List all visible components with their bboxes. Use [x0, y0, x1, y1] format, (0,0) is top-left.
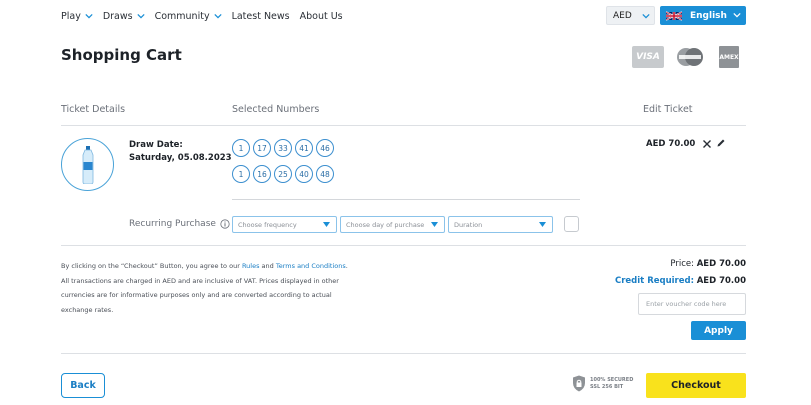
number-ball: 46: [316, 139, 334, 157]
uk-flag-icon: [666, 10, 682, 21]
language-value: English: [690, 10, 727, 21]
col-ticket-details: Ticket Details: [61, 104, 126, 115]
number-ball: 1: [232, 139, 250, 157]
number-ball: 48: [316, 165, 334, 183]
draw-date: Draw Date: Saturday, 05.08.2023: [129, 139, 232, 165]
nav-community-label: Community: [154, 10, 210, 22]
terms-text-part: .: [345, 262, 348, 270]
page-title: Shopping Cart: [61, 46, 182, 64]
info-icon[interactable]: [220, 219, 230, 229]
mastercard-icon: [677, 48, 703, 66]
nav-draws-label: Draws: [102, 10, 133, 22]
divider: [232, 199, 580, 200]
nav-latest-news-label: Latest News: [231, 10, 290, 22]
nav-community[interactable]: Community: [155, 11, 222, 22]
payment-cards: VISA AMEX: [632, 46, 739, 68]
duration-placeholder: Duration: [454, 220, 483, 229]
number-ball: 1: [232, 165, 250, 183]
voucher-placeholder: Enter voucher code here: [646, 300, 727, 308]
caret-down-icon: [539, 222, 546, 227]
voucher-input[interactable]: Enter voucher code here: [638, 293, 746, 315]
number-ball: 40: [295, 165, 313, 183]
close-icon[interactable]: [702, 139, 712, 149]
checkout-button[interactable]: Checkout: [646, 373, 746, 398]
summary-credit: Credit Required: AED 70.00: [615, 276, 746, 286]
currency-value: AED: [613, 10, 632, 21]
pencil-icon[interactable]: [716, 138, 726, 148]
caret-down-icon: [431, 222, 438, 227]
divider: [61, 353, 746, 354]
ssl-badge: 100% SECURED SSL 256 BIT: [572, 375, 633, 392]
nav-about-us-label: About Us: [299, 10, 343, 22]
price-value: AED 70.00: [696, 259, 746, 269]
draw-date-label: Draw Date:: [129, 140, 183, 150]
amex-icon: AMEX: [719, 46, 739, 68]
credit-value: AED 70.00: [696, 276, 746, 286]
divider: [61, 245, 746, 246]
terms-vat-note: All transactions are charged in AED and …: [61, 276, 339, 314]
visa-icon: VISA: [632, 46, 664, 68]
duration-select[interactable]: Duration: [448, 216, 553, 233]
nav-latest-news[interactable]: Latest News: [232, 11, 290, 22]
terms-agree-line: By clicking on the “Checkout” Button, yo…: [61, 259, 361, 274]
ssl-line1: 100% SECURED: [590, 376, 634, 383]
chevron-down-icon: [733, 12, 741, 18]
rules-link[interactable]: Rules: [242, 262, 260, 270]
ssl-text: 100% SECURED SSL 256 BIT: [590, 377, 633, 391]
nav-play-label: Play: [61, 10, 81, 22]
ticket-product-image: [61, 138, 114, 191]
lock-shield-icon: [573, 375, 585, 392]
currency-select[interactable]: AED: [606, 6, 655, 25]
language-select[interactable]: English: [660, 6, 746, 25]
chevron-down-icon: [642, 13, 650, 19]
number-line-1: 1 17 33 41 46: [232, 139, 337, 157]
terms-text-part: and: [259, 262, 276, 270]
chevron-down-icon: [136, 13, 145, 19]
price-label: Price:: [670, 259, 694, 269]
number-ball: 16: [253, 165, 271, 183]
nav-draws[interactable]: Draws: [103, 11, 145, 22]
chevron-down-icon: [85, 13, 93, 19]
ssl-line2: SSL 256 BIT: [590, 383, 624, 390]
frequency-placeholder: Choose frequency: [238, 220, 297, 229]
ticket-price: AED 70.00: [646, 139, 696, 149]
credit-label[interactable]: Credit Required:: [615, 276, 694, 286]
number-ball: 41: [295, 139, 313, 157]
nav-play[interactable]: Play: [61, 11, 93, 22]
main-nav: Play Draws Community Latest News About U…: [61, 9, 353, 23]
day-placeholder: Choose day of purchase: [346, 220, 425, 229]
caret-down-icon: [323, 222, 330, 227]
recurring-checkbox[interactable]: [564, 216, 579, 232]
terms-link[interactable]: Terms and Conditions: [276, 262, 346, 270]
water-bottle-icon: [82, 145, 93, 184]
apply-button[interactable]: Apply: [691, 321, 746, 340]
nav-about-us[interactable]: About Us: [300, 11, 343, 22]
number-ball: 33: [274, 139, 292, 157]
recurring-label: Recurring Purchase: [129, 219, 216, 229]
draw-date-value: Saturday, 05.08.2023: [129, 153, 232, 163]
number-line-2: 1 16 25 40 48: [232, 165, 337, 183]
terms-text: By clicking on the “Checkout” Button, yo…: [61, 259, 361, 317]
number-ball: 17: [253, 139, 271, 157]
summary-price: Price: AED 70.00: [670, 259, 746, 269]
terms-text-part: By clicking on the “Checkout” Button, yo…: [61, 262, 242, 270]
col-selected-numbers: Selected Numbers: [232, 104, 320, 115]
recurring-purchase: Recurring Purchase: [129, 219, 230, 229]
frequency-select[interactable]: Choose frequency: [232, 216, 337, 233]
divider: [61, 125, 746, 126]
number-ball: 25: [274, 165, 292, 183]
chevron-down-icon: [213, 13, 222, 19]
col-edit-ticket: Edit Ticket: [643, 104, 693, 115]
day-of-purchase-select[interactable]: Choose day of purchase: [340, 216, 445, 233]
back-button[interactable]: Back: [61, 373, 105, 398]
